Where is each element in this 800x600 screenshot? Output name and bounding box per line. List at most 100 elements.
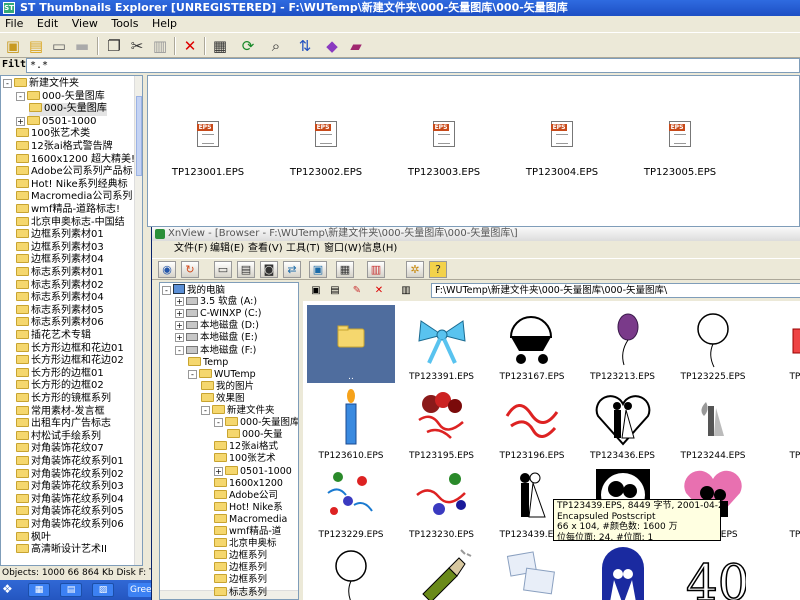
menu-tools[interactable]: Tools [106,16,143,32]
new-folder-icon[interactable]: ▤ [26,36,46,56]
thumbnail-item[interactable]: TP123196.EPS [488,384,576,464]
thumbnail-item[interactable]: TP123195.EPS [398,384,486,464]
view-mode-icon[interactable]: ▥ [367,261,385,278]
xv-tree-item[interactable]: 边框系列 [214,574,267,587]
thumbnail-grid[interactable]: .. TP123391.EPS TP123167.EPS TP123213.EPS TP… [303,301,800,600]
xv-tree-item[interactable]: + 本地磁盘 (E:) [175,332,258,345]
thumbnail-item[interactable]: TP123244.EPS [669,384,757,464]
thumbnail-item[interactable] [760,542,800,600]
sort-icon[interactable]: ⇅ [295,36,315,56]
thumbnail-item[interactable]: .. [307,305,395,385]
help-icon[interactable]: ? [429,261,447,278]
xv-tree-item[interactable]: - 我的电脑 [162,284,225,297]
file-item[interactable]: EPS TP123002.EPS [271,121,381,178]
thumbnail-item[interactable]: TP12.. [760,463,800,543]
tree-item[interactable]: 长方形的边框02 [16,380,104,393]
xv-tree-item[interactable]: 100张艺术 [214,453,276,466]
delete-icon[interactable]: ✕ [372,284,386,297]
tree-item[interactable]: 对角装饰花纹07 [16,443,104,456]
tree-item[interactable]: Adobe公司系列产品标 [16,166,133,179]
collapse-icon[interactable]: - [188,369,197,379]
thumbnail-item[interactable]: TP123610.EPS [307,384,395,464]
camera-icon[interactable]: ◙ [260,261,278,278]
xv-menu-info[interactable]: 信息(H) [362,241,397,257]
tree-item[interactable]: 高清晰设计艺术II [16,544,107,557]
tree-item[interactable]: wmf精品-道路标志! [16,204,120,217]
xv-tree-item[interactable]: - 000-矢量图库 [214,417,298,430]
thumbnail-item[interactable] [307,542,395,600]
tree-item[interactable]: 对角装饰花纹系列02 [16,468,124,482]
expand-icon[interactable]: + [175,309,184,319]
tree-item[interactable]: 标志系列素材06 [16,317,104,330]
scrollbar-thumb[interactable] [136,96,142,176]
settings-icon[interactable]: ✲ [406,261,424,278]
xv-tree-item[interactable]: 北京申奥标 [214,538,277,551]
collapse-icon[interactable]: - [3,79,12,88]
properties-icon[interactable]: ▦ [210,36,230,56]
clipboard-icon[interactable]: ▥ [399,284,413,297]
xv-tree-item[interactable]: 000-矢量 [227,429,283,442]
thumbnail-item[interactable]: TP123213.EPS [579,305,667,385]
tree-item[interactable]: 标志系列素材05 [16,304,104,318]
path-input[interactable]: F:\WUTemp\新建文件夹\000-矢量图库\000-矢量图库\ [431,283,800,298]
thumbnail-item[interactable] [398,542,486,600]
cut-icon[interactable]: ✂ [127,36,147,56]
tree-item[interactable]: 边框系列素材03 [16,241,104,255]
collapse-icon[interactable]: - [175,345,184,355]
thumbnail-item[interactable]: TP123391.EPS [398,305,486,385]
expand-icon[interactable]: + [214,466,223,476]
menu-help[interactable]: Help [147,16,182,32]
xv-tree-item[interactable]: 我的图片 [201,380,254,394]
filter-input[interactable]: *.* [26,58,800,73]
tree-item[interactable]: 对角装饰花纹系列05 [16,506,124,519]
expand-icon[interactable]: + [175,321,184,331]
tree-item[interactable]: 对角装饰花纹系列03 [16,481,124,494]
thumbnail-item[interactable] [488,542,576,600]
spell-icon[interactable]: ✎ [350,284,364,297]
scanner-icon[interactable]: ▤ [237,261,255,278]
xv-tree-item[interactable]: +3.5 软盘 (A:) [175,296,257,309]
file-item[interactable]: EPS TP123005.EPS [625,121,735,178]
xv-tree-item[interactable]: +0501-1000 [214,465,292,479]
tree-item[interactable]: - 000-矢量图库 [16,90,105,104]
thumbnail-item[interactable]: TP12.. [760,305,800,385]
tree-item[interactable]: Macromedia公司系列 [16,191,132,204]
tree-item[interactable]: - 新建文件夹 [3,78,79,91]
expand-icon[interactable]: + [175,333,184,343]
xv-tree-item[interactable]: 边框系列 [214,550,267,563]
taskbar-button[interactable]: ▦ [28,583,50,597]
tree-item[interactable]: 边框系列素材04 [16,254,104,267]
tree-item[interactable]: 常用素材-发言框 [16,405,105,419]
thumbnail-item[interactable]: TP12.. [760,384,800,464]
print-icon[interactable]: ▭ [214,261,232,278]
grid-icon[interactable]: ▦ [336,261,354,278]
collapse-icon[interactable]: - [16,91,25,101]
file-view[interactable]: EPS TP123001.EPS EPS TP123002.EPS EPS TP12300… [147,75,800,227]
collapse-icon[interactable]: - [201,406,210,415]
paste-icon[interactable]: ▥ [150,36,170,56]
delete-icon[interactable]: ✕ [180,36,200,56]
xv-tree-item[interactable]: Macromedia [214,513,287,527]
tree-item[interactable]: 标志系列素材02 [16,279,104,293]
tree-item[interactable]: 北京申奥标志-中国结 [16,216,125,230]
xv-tree-item[interactable]: 效果图 [201,392,245,406]
tree-item[interactable]: +0501-1000 [16,115,97,129]
expand-icon[interactable]: + [16,116,25,126]
taskbar-button[interactable]: ▤ [60,583,82,597]
xnview-folder-tree[interactable]: - 我的电脑 +3.5 软盘 (A:) + C-WINXP (C:) + 本地磁盘 (D:)… [159,282,299,600]
new-folder-icon[interactable]: ▤ [328,284,342,297]
tree-item[interactable]: 对角装饰花纹系列04 [16,493,124,507]
help-book-icon[interactable]: ▰ [346,36,366,56]
copy-icon[interactable]: ❐ [104,36,124,56]
tree-item[interactable]: 标志系列素材04 [16,292,104,305]
tree-item[interactable]: 100张艺术类 [16,128,90,141]
xv-menu-file[interactable]: 文件(F) [174,241,208,257]
thumbnail-item[interactable]: TP123229.EPS [307,463,395,543]
xv-tree-item[interactable]: - 新建文件夹 [201,405,275,418]
up-folder-icon[interactable]: ▣ [3,36,23,56]
xv-tree-item[interactable]: - WUTemp [188,368,256,382]
xv-tree-item[interactable]: 12张ai格式 [214,441,278,454]
file-item[interactable]: EPS TP123004.EPS [507,121,617,178]
xv-tree-item[interactable]: + 本地磁盘 (D:) [175,320,259,333]
xv-tree-item[interactable]: + C-WINXP (C:) [175,308,261,321]
